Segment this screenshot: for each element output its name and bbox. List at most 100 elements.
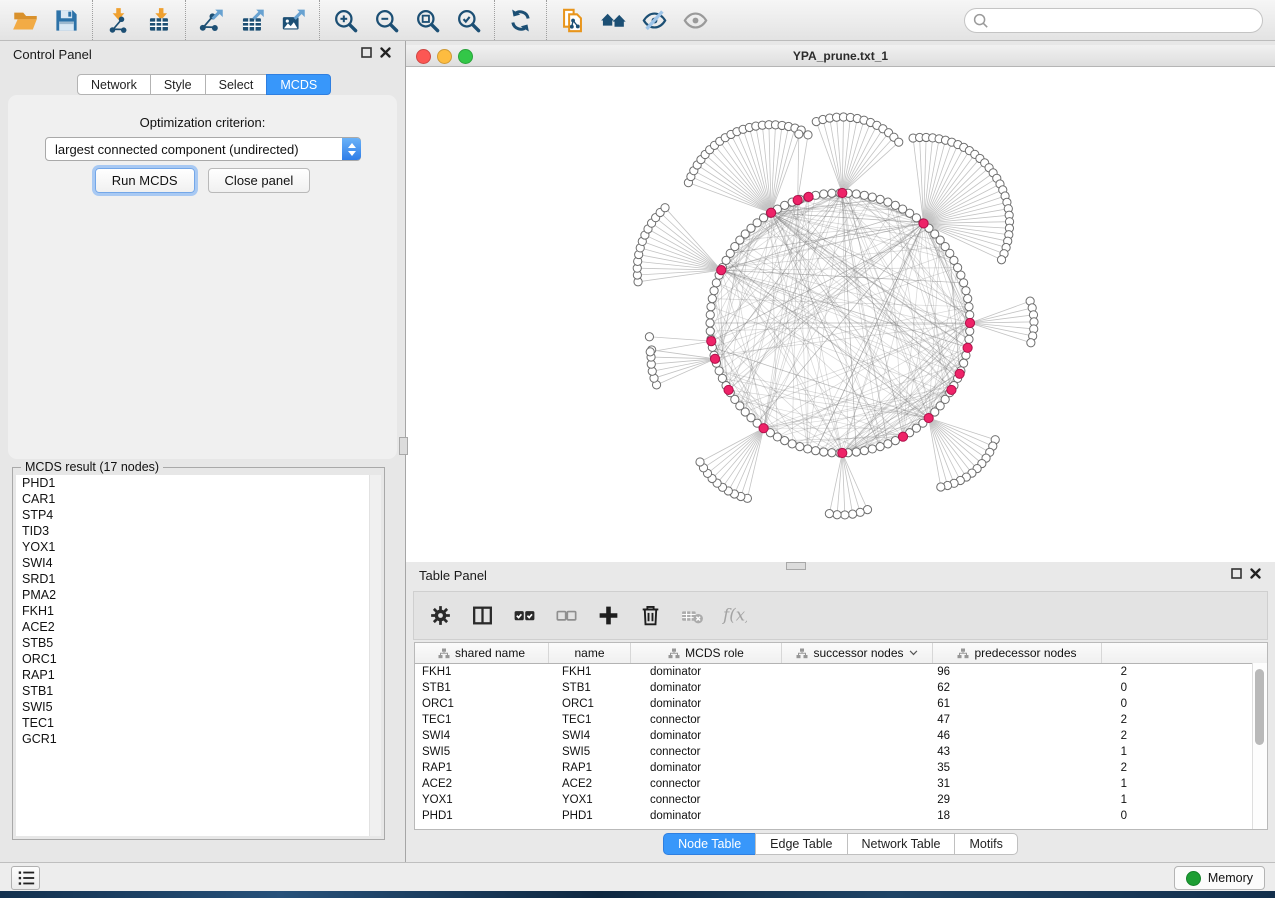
split-columns-button[interactable]	[466, 598, 499, 634]
tab-network[interactable]: Network	[77, 74, 151, 95]
mcds-node-item[interactable]: GCR1	[16, 731, 381, 747]
vertical-splitter-handle[interactable]	[399, 437, 408, 455]
table-row[interactable]: PHD1PHD1dominator180	[415, 808, 1267, 824]
network-canvas[interactable]	[406, 67, 1275, 562]
zoom-out-button[interactable]	[366, 2, 407, 38]
table-mode-gear-button[interactable]	[424, 598, 457, 634]
table-body: FKH1FKH1dominator962STB1STB1dominator620…	[415, 664, 1267, 824]
tab-style[interactable]: Style	[150, 74, 206, 95]
close-panel-button[interactable]: Close panel	[208, 168, 311, 193]
import-table-button[interactable]	[139, 2, 180, 38]
tab-mcds[interactable]: MCDS	[266, 74, 331, 95]
mcds-node-item[interactable]: PHD1	[16, 475, 381, 491]
refresh-button[interactable]	[500, 2, 541, 38]
mcds-result-title: MCDS result (17 nodes)	[21, 460, 163, 474]
network-window-titlebar[interactable]: YPA_prune.txt_1	[406, 45, 1275, 67]
table-row[interactable]: ACE2ACE2connector311	[415, 776, 1267, 792]
cell-shared-name: SWI5	[415, 744, 555, 760]
close-table-panel-icon[interactable]	[1250, 568, 1261, 579]
mcds-node-item[interactable]: CAR1	[16, 491, 381, 507]
table-row[interactable]: SWI4SWI4dominator462	[415, 728, 1267, 744]
column-header-successor-nodes[interactable]: successor nodes	[782, 643, 933, 663]
deselect-all-rows-button[interactable]	[550, 598, 583, 634]
table-row[interactable]: RAP1RAP1dominator352	[415, 760, 1267, 776]
float-panel-icon[interactable]	[361, 47, 372, 58]
split-columns-icon	[470, 603, 495, 628]
criterion-dropdown[interactable]: largest connected component (undirected)	[45, 137, 361, 161]
clone-network-button[interactable]	[552, 2, 593, 38]
search-input[interactable]	[989, 11, 1262, 31]
node-table: shared namenameMCDS rolesuccessor nodesp…	[414, 642, 1268, 830]
column-header-shared-name[interactable]: shared name	[415, 643, 549, 663]
column-header-MCDS-role[interactable]: MCDS role	[631, 643, 782, 663]
select-all-rows-button[interactable]	[508, 598, 541, 634]
export-image-button[interactable]	[273, 2, 314, 38]
table-scrollbar[interactable]	[1252, 663, 1267, 829]
delete-columns-button[interactable]	[634, 598, 667, 634]
table-row[interactable]: STB1STB1dominator620	[415, 680, 1267, 696]
mcds-node-item[interactable]: ACE2	[16, 619, 381, 635]
column-header-predecessor-nodes[interactable]: predecessor nodes	[933, 643, 1102, 663]
export-network-button[interactable]	[191, 2, 232, 38]
network-graph[interactable]	[406, 67, 1275, 562]
cell-successor-nodes: 43	[800, 744, 959, 760]
mcds-node-item[interactable]: FKH1	[16, 603, 381, 619]
tab-motifs[interactable]: Motifs	[954, 833, 1017, 855]
float-table-panel-icon[interactable]	[1231, 568, 1242, 579]
mcds-node-item[interactable]: RAP1	[16, 667, 381, 683]
zoom-in-button[interactable]	[325, 2, 366, 38]
show-all-button[interactable]	[675, 2, 716, 38]
mcds-result-box: MCDS result (17 nodes) PHD1CAR1STP4TID3Y…	[12, 467, 385, 840]
table-row[interactable]: FKH1FKH1dominator962	[415, 664, 1267, 680]
memory-label: Memory	[1208, 871, 1253, 885]
first-neighbors-button[interactable]	[593, 2, 634, 38]
open-button[interactable]	[5, 2, 46, 38]
tab-network-table[interactable]: Network Table	[847, 833, 956, 855]
add-column-button[interactable]	[592, 598, 625, 634]
export-table-button[interactable]	[232, 2, 273, 38]
cell-predecessor-nodes: 2	[959, 712, 1136, 728]
mcds-node-item[interactable]: ORC1	[16, 651, 381, 667]
tab-select[interactable]: Select	[205, 74, 268, 95]
zoom-selected-button[interactable]	[448, 2, 489, 38]
cell-predecessor-nodes: 1	[959, 792, 1136, 808]
table-row[interactable]: SWI5SWI5connector431	[415, 744, 1267, 760]
tab-node-table[interactable]: Node Table	[663, 833, 756, 855]
column-header-name[interactable]: name	[549, 643, 631, 663]
cell-successor-nodes: 62	[800, 680, 959, 696]
cell-shared-name: ORC1	[415, 696, 555, 712]
horizontal-splitter-handle[interactable]	[786, 562, 806, 570]
zoom-fit-button[interactable]	[407, 2, 448, 38]
console-button[interactable]	[11, 866, 40, 890]
mcds-node-item[interactable]: STB5	[16, 635, 381, 651]
mcds-node-item[interactable]: TID3	[16, 523, 381, 539]
cell-name: PHD1	[555, 808, 643, 824]
hide-selected-button[interactable]	[634, 2, 675, 38]
mcds-list-scrollbar[interactable]	[369, 475, 381, 836]
mcds-node-item[interactable]: SWI5	[16, 699, 381, 715]
delete-table-icon	[680, 603, 705, 628]
table-row[interactable]: ORC1ORC1dominator610	[415, 696, 1267, 712]
save-button[interactable]	[46, 2, 87, 38]
mcds-node-item[interactable]: TEC1	[16, 715, 381, 731]
mcds-node-item[interactable]: SRD1	[16, 571, 381, 587]
memory-button[interactable]: Memory	[1174, 866, 1265, 890]
run-mcds-button[interactable]: Run MCDS	[95, 168, 195, 193]
mcds-node-item[interactable]: STP4	[16, 507, 381, 523]
mcds-node-item[interactable]: STB1	[16, 683, 381, 699]
first-neighbors-icon	[600, 7, 627, 34]
import-network-button[interactable]	[98, 2, 139, 38]
cell-shared-name: TEC1	[415, 712, 555, 728]
mcds-node-item[interactable]: PMA2	[16, 587, 381, 603]
cell-predecessor-nodes: 0	[959, 696, 1136, 712]
mcds-node-item[interactable]: YOX1	[16, 539, 381, 555]
search-box[interactable]	[964, 8, 1263, 33]
mcds-node-item[interactable]: SWI4	[16, 555, 381, 571]
tab-edge-table[interactable]: Edge Table	[755, 833, 847, 855]
close-panel-icon[interactable]	[380, 47, 391, 58]
table-row[interactable]: YOX1YOX1connector291	[415, 792, 1267, 808]
cell-shared-name: YOX1	[415, 792, 555, 808]
table-row[interactable]: TEC1TEC1connector472	[415, 712, 1267, 728]
mcds-result-list[interactable]: PHD1CAR1STP4TID3YOX1SWI4SRD1PMA2FKH1ACE2…	[16, 475, 381, 836]
table-scrollbar-thumb[interactable]	[1255, 669, 1264, 745]
